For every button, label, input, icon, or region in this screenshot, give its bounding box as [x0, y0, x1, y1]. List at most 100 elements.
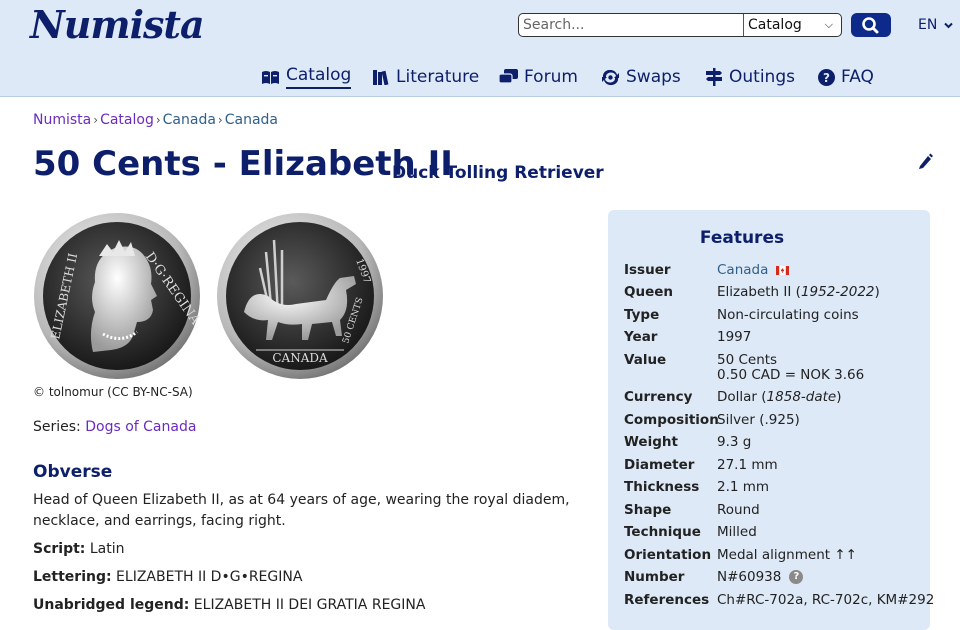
obverse-script: Script: Latin [33, 541, 125, 557]
breadcrumb-numista[interactable]: Numista [33, 112, 91, 128]
nav-literature[interactable]: Literature [373, 64, 479, 90]
feature-key: Composition [624, 412, 719, 428]
feature-value-currency: Dollar (1858-date) [717, 389, 937, 405]
breadcrumb: Numista › Catalog › Canada › Canada [33, 112, 279, 128]
edit-pencil-icon[interactable] [916, 152, 934, 170]
search-icon [862, 17, 879, 34]
swaps-arrows-icon [602, 69, 619, 85]
series-line: Series: Dogs of Canada [33, 419, 196, 435]
obverse-legend-value: ELIZABETH II DEI GRATIA REGINA [193, 597, 426, 613]
nav-outings-label: Outings [729, 67, 795, 87]
obverse-legend-label: Unabridged legend: [33, 597, 190, 613]
catalog-book-icon [262, 70, 279, 84]
feature-value-queen[interactable]: Elizabeth II (1952-2022) [717, 284, 937, 300]
canada-flag-icon [775, 265, 789, 275]
language-label: EN [918, 17, 938, 33]
coin-reverse-image[interactable]: CANADA 50 CENTS 1997 [216, 212, 384, 380]
series-link[interactable]: Dogs of Canada [85, 419, 196, 435]
feature-key: Issuer [624, 262, 671, 278]
forum-chat-icon [499, 69, 518, 84]
obverse-description: Head of Queen Elizabeth II, as at 64 yea… [33, 492, 570, 529]
feature-key: Year [624, 329, 658, 345]
feature-value-conversion: 0.50 CAD = NOK 3.66 [717, 367, 865, 383]
chevron-down-icon [944, 22, 953, 28]
coin-reverse-bottom-text: CANADA [272, 351, 328, 365]
feature-value-orientation: Medal alignment ↑↑ [717, 547, 857, 563]
series-label: Series: [33, 419, 81, 435]
feature-value-wrap: Canada [717, 262, 937, 278]
page-title: 50 Cents - Elizabeth II [33, 144, 453, 184]
obverse-lettering-label: Lettering: [33, 569, 112, 585]
obverse-heading: Obverse [33, 462, 113, 482]
feature-value-weight: 9.3 g [717, 434, 752, 450]
search-button[interactable] [851, 13, 891, 37]
feature-value-type[interactable]: Non-circulating coins [717, 307, 937, 323]
feature-key: Currency [624, 389, 693, 405]
breadcrumb-canada-country[interactable]: Canada [163, 112, 216, 128]
nav-swaps-label: Swaps [626, 67, 681, 87]
search-box: Catalog ⌵ [518, 13, 842, 37]
nav-swaps[interactable]: Swaps [601, 64, 681, 90]
help-question-icon[interactable]: ? [789, 570, 804, 584]
feature-value-wrap: N#60938? [717, 569, 937, 585]
numista-logo[interactable]: Numista [30, 2, 205, 47]
nav-faq[interactable]: ? FAQ [818, 64, 874, 90]
books-icon [373, 70, 389, 85]
site-header: Numista Catalog ⌵ EN Catalog Literature [0, 0, 960, 97]
feature-value-shape: Round [717, 502, 760, 518]
search-scope-value: Catalog [748, 17, 802, 33]
feature-value-composition: Silver (.925) [717, 412, 800, 428]
coin-obverse-image[interactable]: D·G·REGINA ELIZABETH II [33, 212, 201, 380]
obverse-script-label: Script: [33, 541, 86, 557]
feature-key: Shape [624, 502, 672, 518]
photo-credit: © tolnomur (CC BY-NC-SA) [33, 385, 193, 399]
nav-forum[interactable]: Forum [499, 64, 578, 90]
feature-value-diameter: 27.1 mm [717, 457, 778, 473]
nav-catalog-label: Catalog [286, 65, 352, 89]
search-scope-select[interactable]: Catalog ⌵ [743, 14, 841, 36]
features-panel: Features Issuer Canada Queen Elizabeth I… [608, 210, 934, 630]
obverse-lettering-value: ELIZABETH II D•G•REGINA [116, 569, 303, 585]
feature-key: Diameter [624, 457, 695, 473]
feature-key: Value [624, 352, 667, 368]
feature-value-thickness: 2.1 mm [717, 479, 770, 495]
obverse-legend: Unabridged legend: ELIZABETH II DEI GRAT… [33, 597, 425, 613]
nav-forum-label: Forum [524, 67, 578, 87]
feature-value-number: N#60938 [717, 569, 782, 585]
feature-key: Weight [624, 434, 678, 450]
feature-key: Queen [624, 284, 674, 300]
nav-catalog[interactable]: Catalog [261, 64, 352, 90]
breadcrumb-canada-issuer[interactable]: Canada [225, 112, 278, 128]
queen-name: Elizabeth II ( [717, 284, 801, 300]
nav-faq-label: FAQ [841, 67, 874, 87]
language-selector[interactable]: EN [918, 17, 953, 33]
search-input[interactable] [519, 14, 743, 36]
currency-close: ) [836, 389, 842, 405]
feature-key: Type [624, 307, 660, 323]
obverse-script-value: Latin [89, 541, 125, 557]
signpost-icon [706, 68, 722, 86]
feature-value-issuer[interactable]: Canada [717, 262, 768, 278]
feature-key: Number [624, 569, 685, 585]
page-subtitle: Duck Tolling Retriever [392, 163, 604, 183]
obverse-lettering: Lettering: ELIZABETH II D•G•REGINA [33, 569, 302, 585]
features-heading: Features [699, 228, 785, 248]
breadcrumb-catalog[interactable]: Catalog [100, 112, 154, 128]
feature-value-value: 50 Cents [717, 352, 778, 368]
feature-value-year: 1997 [717, 329, 752, 345]
feature-value-technique[interactable]: Milled [717, 524, 937, 540]
feature-key: Technique [624, 524, 701, 540]
currency-period: 1858-date [766, 389, 837, 405]
queen-close: ) [874, 284, 880, 300]
nav-literature-label: Literature [396, 67, 480, 87]
currency-name: Dollar ( [717, 389, 767, 405]
question-circle-icon: ? [818, 68, 835, 86]
feature-value-references: Ch#RC-702a, RC-702c, KM#292 [717, 592, 935, 608]
feature-key: References [624, 592, 710, 608]
queen-reign: 1952-2022 [800, 284, 875, 300]
chevron-down-icon: ⌵ [824, 18, 833, 31]
nav-outings[interactable]: Outings [705, 64, 795, 90]
svg-text:?: ? [823, 71, 830, 85]
feature-key: Orientation [624, 547, 712, 563]
feature-key: Thickness [624, 479, 700, 495]
